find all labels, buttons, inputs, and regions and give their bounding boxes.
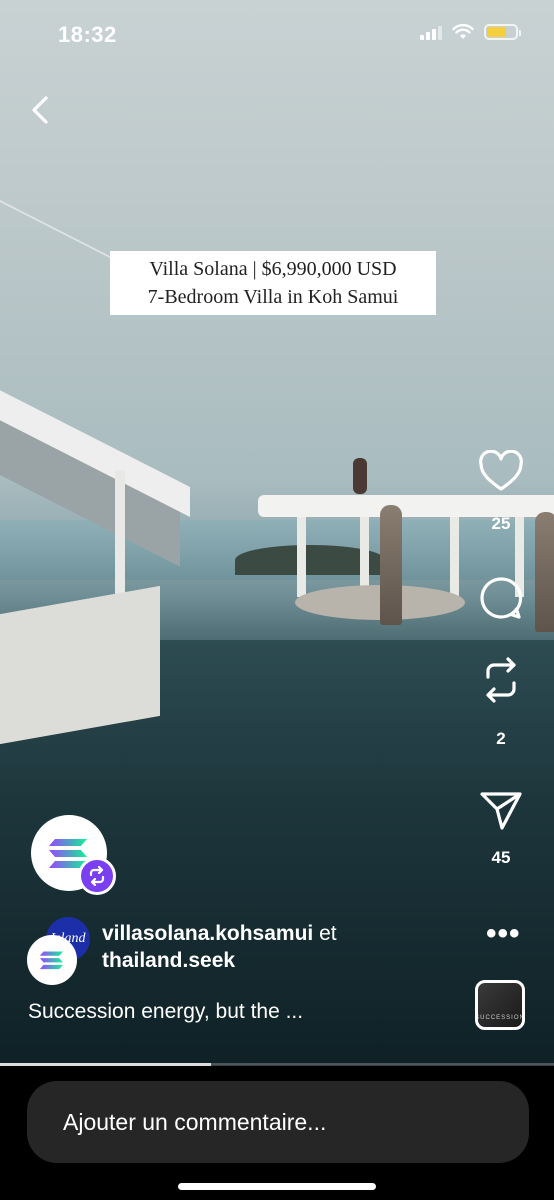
username-link[interactable]: thailand.seek bbox=[102, 949, 235, 972]
battery-icon bbox=[484, 24, 521, 40]
video-title-overlay: Villa Solana | $6,990,000 USD 7-Bedroom … bbox=[110, 251, 436, 315]
author-conjunction: et bbox=[313, 922, 337, 945]
pavilion-column bbox=[450, 517, 459, 597]
share-button[interactable]: 45 bbox=[468, 788, 534, 868]
video-title-line2: 7-Bedroom Villa in Koh Samui bbox=[147, 286, 399, 308]
solana-logo-icon bbox=[39, 951, 63, 970]
umbrella bbox=[535, 512, 554, 632]
status-time: 18:32 bbox=[58, 22, 117, 47]
repost-badge bbox=[78, 857, 116, 895]
comment-input[interactable]: Ajouter un commentaire... bbox=[27, 1081, 529, 1163]
comment-placeholder: Ajouter un commentaire... bbox=[63, 1108, 327, 1135]
comment-button[interactable] bbox=[468, 575, 534, 621]
wifi-icon bbox=[452, 24, 474, 39]
repost-count: 2 bbox=[496, 729, 506, 748]
repost-badge-icon bbox=[89, 865, 105, 887]
home-indicator bbox=[178, 1183, 376, 1190]
author-avatars[interactable]: Island bbox=[27, 915, 97, 985]
comment-bubble-icon bbox=[480, 577, 523, 619]
person-figure bbox=[353, 458, 367, 494]
status-bar: 18:32 bbox=[0, 0, 554, 70]
video-title-line1: Villa Solana | $6,990,000 USD bbox=[149, 258, 397, 280]
back-chevron-icon[interactable] bbox=[26, 92, 56, 128]
like-button[interactable]: 25 bbox=[468, 450, 534, 534]
like-count: 25 bbox=[491, 514, 511, 533]
battery-level bbox=[487, 27, 506, 37]
share-count: 45 bbox=[491, 848, 511, 867]
avatar-thailand-seek bbox=[27, 935, 77, 985]
post-caption[interactable]: Succession energy, but the ... bbox=[28, 1000, 303, 1024]
more-options-icon[interactable]: ••• bbox=[486, 917, 521, 951]
cellular-signal-icon bbox=[420, 24, 442, 40]
umbrella bbox=[380, 505, 402, 625]
send-icon bbox=[480, 792, 522, 830]
username-link[interactable]: villasolana.kohsamui bbox=[102, 922, 313, 945]
repost-button[interactable]: 2 bbox=[468, 655, 534, 749]
audio-label: SUCCESSION bbox=[475, 1015, 525, 1021]
status-icons bbox=[420, 24, 521, 40]
repost-icon bbox=[486, 657, 516, 703]
pillar bbox=[115, 470, 125, 600]
heart-icon bbox=[479, 450, 523, 491]
author-names: villasolana.kohsamui et thailand.seek bbox=[102, 920, 337, 974]
audio-thumbnail[interactable]: SUCCESSION bbox=[475, 980, 525, 1030]
pavilion-column bbox=[297, 517, 306, 597]
